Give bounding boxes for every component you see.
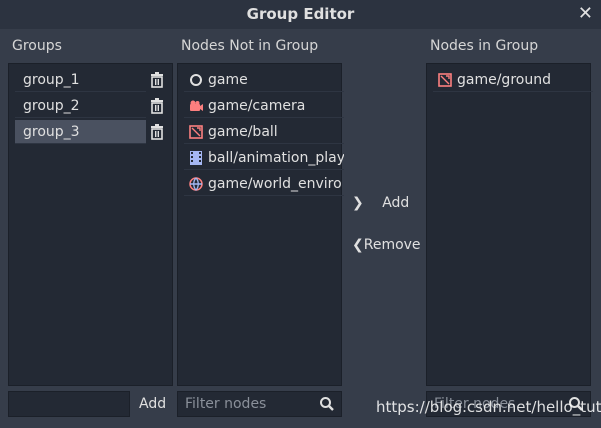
not-in-group-header: Nodes Not in Group bbox=[181, 38, 319, 54]
rigidbody-icon bbox=[189, 125, 203, 139]
node-label: ball/animation_play bbox=[208, 150, 344, 166]
node-item[interactable]: ball/animation_play bbox=[184, 146, 344, 170]
nodes-in-group-list[interactable]: game/ground bbox=[426, 63, 593, 386]
node-label: game/camera bbox=[208, 98, 306, 114]
node-label: game/ground bbox=[457, 72, 551, 88]
node-item[interactable]: game/ball bbox=[184, 120, 344, 144]
group-label: group_1 bbox=[23, 72, 80, 88]
node-label: game bbox=[208, 72, 248, 88]
node-item[interactable]: game/ground bbox=[433, 68, 593, 92]
add-group-button[interactable]: Add bbox=[139, 396, 166, 412]
add-to-group-button[interactable]: ❯ Add bbox=[352, 195, 409, 211]
trash-icon[interactable] bbox=[149, 72, 165, 88]
trash-icon[interactable] bbox=[149, 98, 165, 114]
watermark: https://blog.csdn.net/hello_tute bbox=[376, 398, 601, 416]
group-item[interactable]: group_1 bbox=[15, 68, 146, 92]
group-label: group_2 bbox=[23, 98, 80, 114]
remove-label: Remove bbox=[363, 237, 421, 253]
node-label: game/world_enviro bbox=[208, 176, 342, 192]
group-item-selected[interactable]: group_3 bbox=[15, 120, 146, 144]
groups-list[interactable]: group_1 group_2 group_3 bbox=[8, 63, 173, 386]
trash-icon[interactable] bbox=[149, 124, 165, 140]
new-group-input[interactable] bbox=[8, 391, 130, 417]
node-icon bbox=[190, 74, 202, 86]
add-label: Add bbox=[382, 195, 410, 211]
chevron-right-icon: ❯ bbox=[352, 195, 364, 211]
group-label: group_3 bbox=[23, 124, 80, 140]
filter-not-in-group-input[interactable]: Filter nodes bbox=[177, 391, 342, 417]
animation-player-icon bbox=[190, 151, 202, 165]
rigidbody-icon bbox=[438, 73, 452, 87]
node-item[interactable]: game/world_enviro bbox=[184, 172, 344, 196]
chevron-left-icon: ❮ bbox=[352, 237, 364, 253]
node-item[interactable]: game bbox=[184, 68, 344, 92]
groups-header: Groups bbox=[12, 38, 62, 54]
remove-from-group-button[interactable]: ❮Remove bbox=[352, 237, 421, 253]
close-icon[interactable]: ✕ bbox=[578, 3, 593, 24]
in-group-header: Nodes in Group bbox=[430, 38, 539, 54]
world-environment-icon bbox=[189, 177, 203, 191]
search-icon bbox=[320, 397, 334, 411]
node-label: game/ball bbox=[208, 124, 278, 140]
node-item[interactable]: game/camera bbox=[184, 94, 344, 118]
nodes-not-in-group-list[interactable]: game game/camera game/ball ball/animatio… bbox=[177, 63, 344, 386]
group-item[interactable]: group_2 bbox=[15, 94, 146, 118]
camera-icon bbox=[190, 100, 203, 111]
dialog-title: Group Editor bbox=[246, 5, 355, 23]
